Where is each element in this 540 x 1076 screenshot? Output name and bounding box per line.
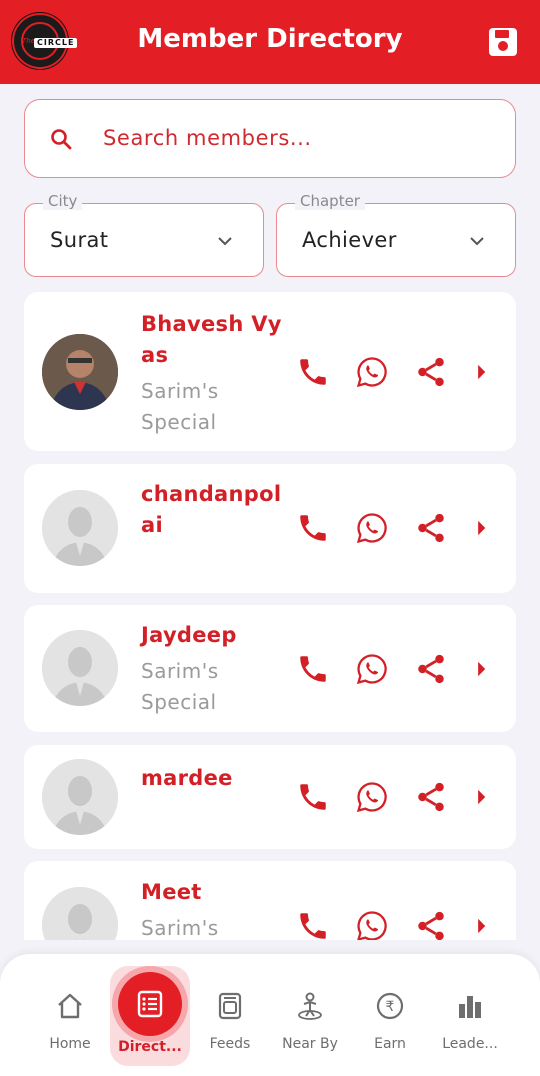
phone-icon[interactable] — [296, 909, 330, 940]
share-icon[interactable] — [414, 355, 448, 389]
member-list[interactable]: Bhavesh Vyas Sarim's Special chandanpola… — [0, 292, 540, 940]
share-icon[interactable] — [414, 511, 448, 545]
share-icon[interactable] — [414, 652, 448, 686]
chevron-right-icon[interactable] — [464, 652, 498, 686]
search-icon — [51, 129, 72, 150]
member-name[interactable]: Meet — [141, 877, 291, 908]
nav-label: Home — [49, 1036, 91, 1052]
placeholder-avatar-icon — [42, 490, 118, 566]
nav-item-earn[interactable]: ₹ Earn — [350, 954, 430, 1076]
nav-item-nearby[interactable]: Near By — [270, 954, 350, 1076]
phone-icon[interactable] — [296, 652, 330, 686]
member-card[interactable]: Bhavesh Vyas Sarim's Special — [24, 292, 516, 451]
chevron-right-icon[interactable] — [464, 780, 498, 814]
member-card[interactable]: mardee — [24, 745, 516, 849]
whatsapp-icon[interactable] — [355, 909, 389, 940]
member-subtitle: Sarim's Special — [141, 379, 219, 434]
member-subtitle: Sarim's Special — [141, 659, 219, 714]
member-photo — [42, 334, 118, 410]
rupee-icon: ₹ — [376, 992, 404, 1020]
whatsapp-icon[interactable] — [355, 652, 389, 686]
city-value: Surat — [50, 228, 109, 252]
nav-label: Feeds — [209, 1036, 251, 1052]
placeholder-avatar-icon — [42, 759, 118, 835]
nav-item-home[interactable]: Home — [30, 954, 110, 1076]
member-name[interactable]: mardee — [141, 763, 291, 794]
feeds-icon — [218, 992, 242, 1020]
chevron-down-icon — [218, 237, 232, 246]
nearby-person-icon — [298, 992, 322, 1020]
whatsapp-icon[interactable] — [355, 780, 389, 814]
member-name[interactable]: chandanpolai — [141, 479, 289, 541]
nav-label: Leade... — [442, 1036, 498, 1052]
page-title: Member Directory — [137, 24, 403, 54]
app-bar: The CIRCLE Member Directory — [0, 0, 540, 84]
placeholder-avatar-icon — [42, 630, 118, 706]
nav-label: Direct... — [118, 1039, 182, 1055]
home-icon — [58, 993, 82, 1019]
bottom-navigation: Home Direct... Feeds Near By ₹ Earn Lead… — [0, 954, 540, 1076]
whatsapp-icon[interactable] — [355, 511, 389, 545]
share-icon[interactable] — [414, 780, 448, 814]
svg-text:₹: ₹ — [386, 999, 395, 1015]
phone-icon[interactable] — [296, 355, 330, 389]
placeholder-avatar-icon — [42, 887, 118, 940]
member-card[interactable]: Jaydeep Sarim's Special — [24, 605, 516, 732]
search-input[interactable]: Search members... — [24, 99, 516, 178]
nav-item-directory[interactable]: Direct... — [110, 954, 190, 1076]
chapter-value: Achiever — [302, 228, 397, 252]
leaderboard-bar-icon — [459, 996, 481, 1018]
save-icon[interactable] — [487, 26, 519, 58]
chevron-right-icon[interactable] — [464, 355, 498, 389]
nav-label: Near By — [282, 1036, 338, 1052]
member-card[interactable]: Meet Sarim's — [24, 861, 516, 940]
chevron-down-icon — [470, 237, 484, 246]
member-card[interactable]: chandanpolai — [24, 464, 516, 593]
phone-icon[interactable] — [296, 511, 330, 545]
chapter-label: Chapter — [295, 192, 365, 210]
share-icon[interactable] — [414, 909, 448, 940]
member-name[interactable]: Bhavesh Vyas — [141, 309, 291, 371]
nav-label: Earn — [374, 1036, 406, 1052]
member-name[interactable]: Jaydeep — [141, 620, 291, 651]
chevron-right-icon[interactable] — [464, 511, 498, 545]
member-subtitle: Sarim's — [141, 916, 219, 940]
chapter-dropdown[interactable]: Chapter Achiever — [276, 192, 516, 277]
city-label: City — [43, 192, 83, 210]
city-dropdown[interactable]: City Surat — [24, 192, 264, 277]
whatsapp-icon[interactable] — [355, 355, 389, 389]
search-placeholder: Search members... — [103, 126, 312, 150]
directory-list-icon — [137, 990, 163, 1018]
nav-item-leaderboard[interactable]: Leade... — [430, 954, 510, 1076]
chevron-right-icon[interactable] — [464, 909, 498, 940]
phone-icon[interactable] — [296, 780, 330, 814]
nav-item-feeds[interactable]: Feeds — [190, 954, 270, 1076]
